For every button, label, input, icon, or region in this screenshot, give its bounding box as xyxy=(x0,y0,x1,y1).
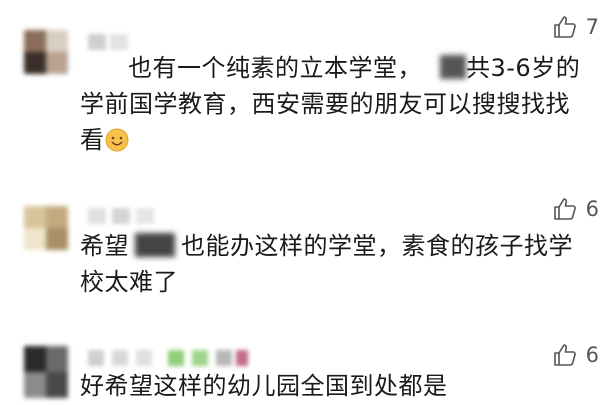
like-count: 6 xyxy=(585,343,599,367)
thumbs-up-icon xyxy=(553,16,576,38)
redacted-text xyxy=(440,55,466,79)
comment-text: 好希望这样的幼儿园全国到处都是 xyxy=(80,368,590,404)
comment-list: 也有一个纯素的立本学堂， 共3-6岁的 学前国学教育，西安需要的朋友可以搜搜找找 … xyxy=(0,0,613,405)
comment-text-line: 学前国学教育，西安需要的朋友可以搜搜找找 xyxy=(80,90,570,118)
smiling-face-emoji xyxy=(105,128,128,152)
thumbs-up-icon xyxy=(553,344,576,366)
like-button[interactable]: 7 xyxy=(552,14,599,40)
username-redacted[interactable] xyxy=(88,208,158,224)
comment-text: 也有一个纯素的立本学堂， 共3-6岁的 学前国学教育，西安需要的朋友可以搜搜找找 … xyxy=(80,50,590,158)
avatar[interactable] xyxy=(24,206,68,250)
comment-text-segment: 希望 xyxy=(80,232,129,260)
like-count: 7 xyxy=(585,15,599,39)
like-button[interactable]: 6 xyxy=(552,342,599,368)
like-button[interactable]: 6 xyxy=(552,196,599,222)
comment-text-line: 好希望这样的幼儿园全国到处都是 xyxy=(80,372,448,400)
comment-text-line: 看 xyxy=(80,126,105,154)
username-redacted[interactable] xyxy=(88,350,248,366)
thumbs-up-icon xyxy=(553,198,576,220)
comment-text-line: 校太难了 xyxy=(80,268,178,296)
avatar[interactable] xyxy=(24,30,68,74)
comment-text: 希望 也能办这样的学堂，素食的孩子找学 校太难了 xyxy=(80,228,590,300)
comment-text-segment: 也能办这样的学堂，素食的孩子找学 xyxy=(181,232,573,260)
comment-text-segment: 也有一个纯素的立本学堂， xyxy=(128,54,422,82)
like-count: 6 xyxy=(585,197,599,221)
avatar[interactable] xyxy=(24,346,68,398)
username-redacted[interactable] xyxy=(88,34,132,50)
comment-text-segment: 共3-6岁的 xyxy=(466,54,581,82)
redacted-text xyxy=(135,233,175,257)
